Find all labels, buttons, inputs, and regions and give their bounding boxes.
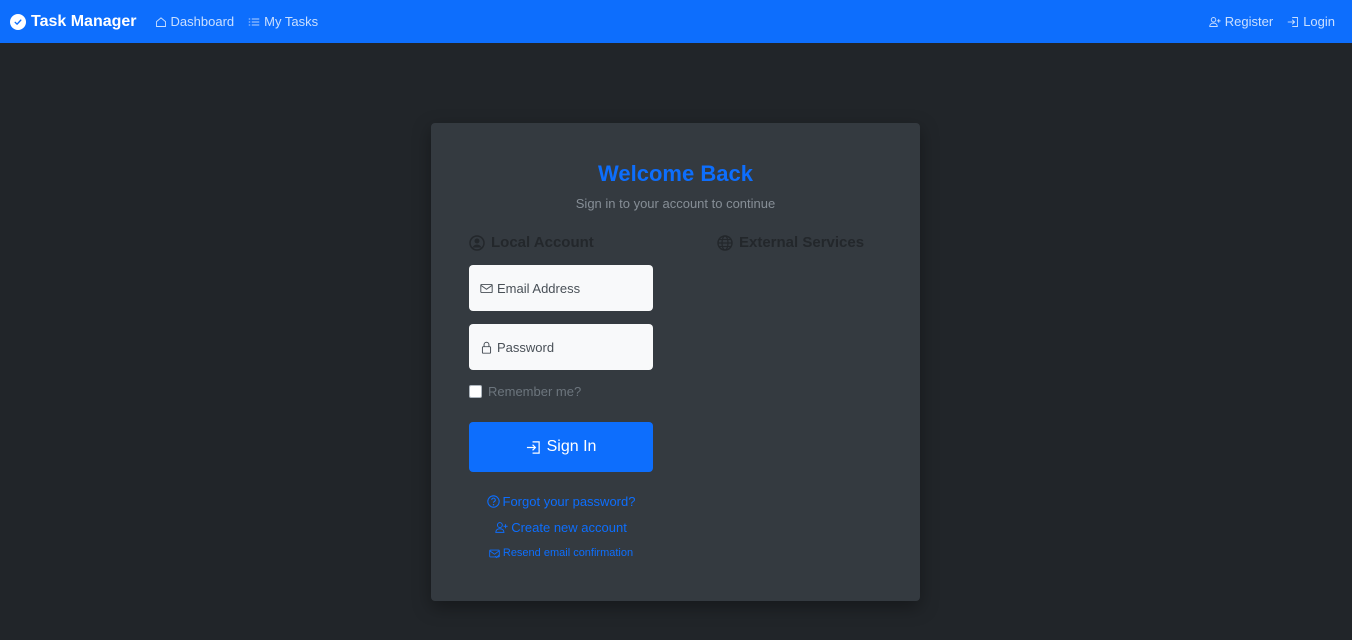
nav-my-tasks[interactable]: My Tasks <box>248 14 318 29</box>
forgot-password-label: Forgot your password? <box>502 494 636 509</box>
globe-icon <box>717 234 733 251</box>
box-arrow-in-right-icon <box>1287 16 1299 27</box>
box-arrow-in-right-icon <box>526 440 540 454</box>
brand-text: Task Manager <box>31 12 137 30</box>
resend-confirmation-link[interactable]: Resend email confirmation <box>469 547 653 559</box>
sign-in-label: Sign In <box>546 438 597 455</box>
envelope-icon <box>480 283 493 293</box>
external-services-heading: External Services <box>717 234 864 251</box>
email-placeholder: Email Address <box>497 280 581 296</box>
check-circle-icon <box>10 13 26 30</box>
local-account-label: Local Account <box>491 234 594 251</box>
login-card: Welcome Back Sign in to your account to … <box>431 123 920 601</box>
list-icon <box>248 18 260 25</box>
password-placeholder: Password <box>497 339 555 355</box>
person-plus-icon <box>495 522 508 533</box>
card-title: Welcome Back <box>598 161 753 186</box>
forgot-password-link[interactable]: Forgot your password? <box>469 494 653 509</box>
create-account-link[interactable]: Create new account <box>469 520 653 535</box>
sign-in-button[interactable]: Sign In <box>469 422 653 472</box>
local-account-heading: Local Account <box>469 234 594 251</box>
remember-me: Remember me? <box>469 384 581 399</box>
brand[interactable]: Task Manager <box>10 13 137 31</box>
nav-dashboard[interactable]: Dashboard <box>155 14 235 29</box>
create-account-label: Create new account <box>511 520 627 535</box>
card-subtitle: Sign in to your account to continue <box>575 196 776 211</box>
email-field[interactable]: Email Address <box>469 265 653 311</box>
nav-login[interactable]: Login <box>1287 14 1335 29</box>
nav-register[interactable]: Register <box>1209 14 1273 29</box>
nav-dashboard-label: Dashboard <box>170 14 235 29</box>
nav-register-label: Register <box>1224 14 1274 29</box>
remember-me-checkbox[interactable] <box>469 385 482 398</box>
person-circle-icon <box>469 234 485 251</box>
nav-my-tasks-label: My Tasks <box>264 14 319 29</box>
question-circle-icon <box>486 495 500 508</box>
external-services-label: External Services <box>739 234 865 251</box>
resend-confirmation-label: Resend email confirmation <box>502 547 634 559</box>
envelope-check-icon <box>489 549 500 558</box>
lock-icon <box>481 341 492 354</box>
password-field[interactable]: Password <box>469 324 653 370</box>
remember-me-label: Remember me? <box>488 384 582 399</box>
person-plus-icon <box>1209 16 1221 27</box>
navbar: Task Manager Dashboard My Tasks Register… <box>0 0 1352 43</box>
house-icon <box>155 16 166 27</box>
nav-login-label: Login <box>1303 14 1335 29</box>
nav-right: Register Login <box>1202 14 1342 29</box>
